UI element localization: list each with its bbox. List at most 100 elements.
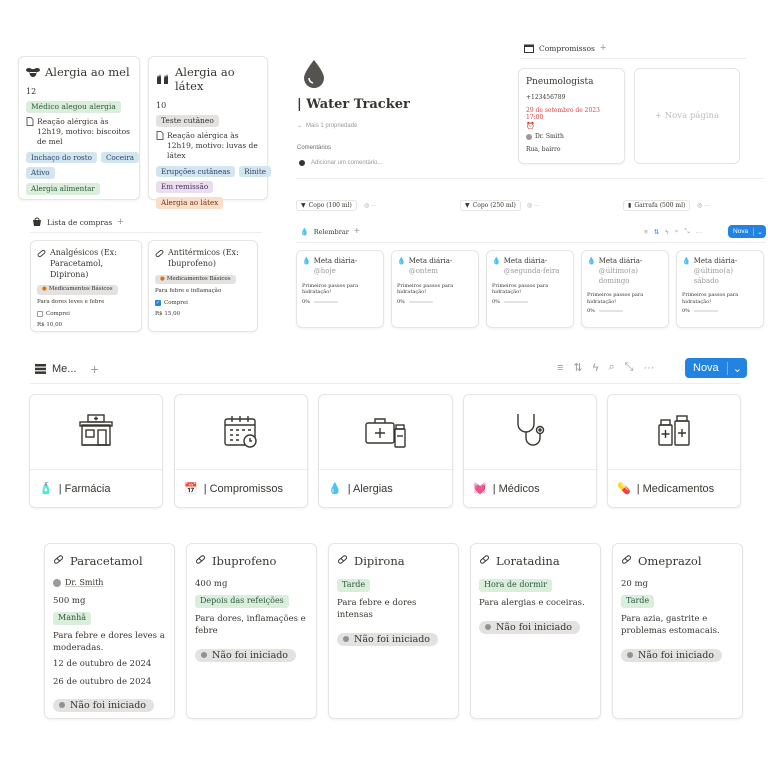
tile-label: | Farmácia xyxy=(58,482,111,495)
medication-title-row: Paracetamol xyxy=(53,554,166,568)
alarm-icon: ⏰ xyxy=(526,122,535,130)
view-toolbar: ≡ ⇅ ϟ ⌕ ⤡ ··· xyxy=(644,228,702,236)
medication-card[interactable]: Ibuprofeno 400 mg Depois das refeições Para… xyxy=(186,543,317,719)
symptom-tag: Rinite xyxy=(239,165,271,178)
goal-title-row: 💧 Meta diária- @segunda-feira xyxy=(492,257,568,277)
menu-tile-medications[interactable]: 💊 | Medicamentos xyxy=(607,394,741,508)
appointment-phone: +123456789 xyxy=(526,94,566,101)
goal-day: @ontem xyxy=(408,266,439,275)
diagnosis-tag: Teste cutâneo xyxy=(156,115,219,128)
lightning-icon[interactable]: ϟ xyxy=(665,229,668,236)
allergy-card-latex[interactable]: Alergia ao látex 10 Teste cutâneo Reação… xyxy=(148,56,271,209)
chevron-down-icon[interactable]: ⌄ xyxy=(753,227,765,236)
reminder-view-tab[interactable]: 💧 Relembrar + xyxy=(300,226,360,237)
symptom-tag: Inchaço do rosto xyxy=(26,151,97,164)
time-tag: Depois das refeições xyxy=(195,595,289,608)
gloves-icon xyxy=(156,73,170,85)
daily-goal-card[interactable]: 💧 Meta diária- @último(a) domingo Primei… xyxy=(581,250,669,328)
menu-tile-doctors[interactable]: 💓 | Médicos xyxy=(463,394,597,508)
divider xyxy=(464,469,596,470)
more-icon[interactable]: ··· xyxy=(696,229,703,236)
appointment-card[interactable]: Pneumologista +123456789 29 de setembro … xyxy=(518,68,625,164)
checkbox-checked-icon[interactable]: ✓ xyxy=(155,300,161,307)
medication-title-row: Ibuprofeno xyxy=(195,554,308,568)
daily-goal-card[interactable]: 💧 Meta diária- @hoje Primeiros passos pa… xyxy=(296,250,384,328)
filter-icon[interactable]: ≡ xyxy=(557,362,563,374)
comment-input[interactable]: Adicionar um comentário... xyxy=(299,160,382,166)
reaction-description: Reação alérgica às 12h19, motivo: biscoi… xyxy=(26,117,132,147)
chevron-down-icon: ⌄ xyxy=(297,123,303,129)
add-view-button[interactable]: + xyxy=(90,361,98,377)
stethoscope-icon xyxy=(512,411,550,453)
expand-icon[interactable]: ⤡ xyxy=(684,228,689,236)
bought-checkbox[interactable]: ✓ Comprei xyxy=(155,300,251,307)
progress-bar xyxy=(408,300,433,303)
button-extra-icons[interactable]: ◎ ··· xyxy=(527,202,540,209)
shopping-item-card[interactable]: Antitérmicos (Ex: Ibuprofeno) ● Medicamen… xyxy=(148,240,258,332)
search-icon[interactable]: ⌕ xyxy=(675,228,679,236)
filter-icon[interactable]: ≡ xyxy=(644,229,648,236)
sort-icon[interactable]: ⇅ xyxy=(573,361,582,374)
search-icon[interactable]: ⌕ xyxy=(608,361,614,374)
tile-label: | Medicamentos xyxy=(636,482,715,495)
bought-checkbox[interactable]: Comprei xyxy=(37,310,135,317)
start-date: 12 de outubro de 2024 xyxy=(53,659,152,670)
appointments-view-tab[interactable]: Compromissos + xyxy=(524,42,606,54)
drop-icon: 💧 xyxy=(682,257,691,265)
button-extra-icons[interactable]: ◎ ··· xyxy=(697,202,710,209)
medication-card[interactable]: Paracetamol Dr. Smith 500 mg Manhã Para febr… xyxy=(44,543,175,719)
add-view-button[interactable]: + xyxy=(600,42,606,54)
sort-icon[interactable]: ⇅ xyxy=(654,228,659,236)
cup-250-button[interactable]: ▼ Copo (250 ml) xyxy=(460,200,521,211)
time-tag: Tarde xyxy=(337,579,371,592)
appointments-title: Compromissos xyxy=(539,43,595,53)
daily-goal-card[interactable]: 💧 Meta diária- @último(a) sábado Primeir… xyxy=(676,250,764,328)
new-page-card[interactable]: + Nova página xyxy=(634,68,740,164)
new-button[interactable]: Nova ⌄ xyxy=(685,358,747,378)
table-icon xyxy=(35,364,46,374)
appointment-doctor: Dr. Smith xyxy=(526,133,617,140)
reminder-label: Relembrar xyxy=(313,227,349,236)
checkbox-icon[interactable] xyxy=(37,310,43,317)
medication-card[interactable]: Dipirona Tarde Para febre e dores intensas… xyxy=(328,543,459,719)
allergy-card-honey[interactable]: Alergia ao mel 12 Médico alegou alergia … xyxy=(18,56,140,200)
add-view-button[interactable]: + xyxy=(117,216,123,228)
doctor-name[interactable]: Dr. Smith xyxy=(65,578,103,587)
medication-description: Para azia, gastrite e problemas estomaca… xyxy=(621,613,720,637)
goal-title: Meta diária- @último(a) sábado xyxy=(694,257,758,286)
pill-icon xyxy=(479,554,490,568)
new-button-label: Nova xyxy=(693,362,719,374)
bottle-500-button[interactable]: ▮ Garrafa (500 ml) xyxy=(623,200,691,211)
menu-tile-allergies[interactable]: 💧 | Alergias xyxy=(318,394,453,508)
menu-view-tab[interactable]: Me... + xyxy=(35,361,99,377)
more-properties-toggle[interactable]: ⌄ Mais 1 propriedade xyxy=(297,122,357,130)
more-icon[interactable]: ··· xyxy=(643,362,654,374)
checkbox-label: Comprei xyxy=(164,300,188,307)
appointment-date: 29 de setembro de 2023 17:00 xyxy=(526,107,600,121)
daily-goal-card[interactable]: 💧 Meta diária- @ontem Primeiros passos p… xyxy=(391,250,479,328)
status-dot-icon xyxy=(485,624,491,631)
status-label: Não foi iniciado xyxy=(70,699,147,711)
item-description: Para febre e inflamação xyxy=(155,288,222,295)
expand-icon[interactable]: ⤡ xyxy=(625,361,634,374)
status-dot-icon xyxy=(201,652,207,659)
medication-card[interactable]: Omeprazol 20 mg Tarde Para azia, gastrite e… xyxy=(612,543,743,719)
daily-goal-card[interactable]: 💧 Meta diária- @segunda-feira Primeiros … xyxy=(486,250,574,328)
chevron-down-icon[interactable]: ⌄ xyxy=(726,361,747,375)
medication-card[interactable]: Loratadina Hora de dormir Para alergias e … xyxy=(470,543,601,719)
add-view-button[interactable]: + xyxy=(354,226,360,237)
heartbeat-icon: 💓 xyxy=(473,483,487,495)
goal-title: Meta diária- @ontem xyxy=(409,257,473,277)
lightning-icon[interactable]: ϟ xyxy=(593,362,599,374)
shopping-item-card[interactable]: Analgésicos (Ex: Paracetamol, Dipirona) … xyxy=(30,240,142,332)
button-extra-icons[interactable]: ◎ ··· xyxy=(364,202,377,209)
pill-icon xyxy=(155,249,164,270)
medication-dose: 400 mg xyxy=(195,579,228,589)
category-tag: ● Medicamentos Básicos xyxy=(37,285,118,295)
menu-tile-appointments[interactable]: 📅 | Compromissos xyxy=(174,394,308,508)
page-title: | Water Tracker xyxy=(297,97,410,112)
drop-icon: 💧 xyxy=(587,257,596,265)
cup-100-button[interactable]: ▼ Copo (100 ml) xyxy=(296,200,357,211)
new-button[interactable]: Nova ⌄ xyxy=(728,225,766,238)
menu-tile-pharmacy[interactable]: 🧴 | Farmácia xyxy=(29,394,163,508)
